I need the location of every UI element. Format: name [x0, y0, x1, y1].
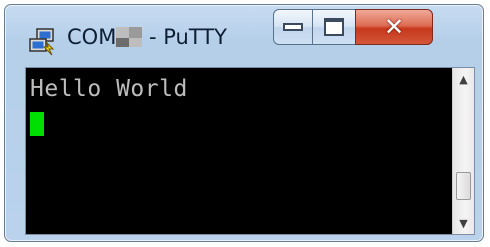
scrollbar-thumb[interactable] [456, 172, 471, 200]
redacted-port-block [116, 27, 143, 47]
maximize-button[interactable] [312, 9, 356, 45]
minimize-icon [283, 23, 303, 31]
title-bar[interactable]: COM - PuTTY ✕ [5, 5, 483, 63]
terminal-line: Hello World [30, 76, 188, 102]
minimize-button[interactable] [273, 9, 313, 45]
vertical-scrollbar[interactable]: ▲ ▼ [452, 68, 474, 234]
maximize-icon [324, 18, 344, 36]
scroll-down-arrow-icon[interactable]: ▼ [453, 212, 474, 234]
putty-window: COM - PuTTY ✕ Hello World ▲ ▼ [4, 4, 484, 242]
putty-computers-icon [29, 28, 55, 56]
scroll-up-arrow-icon[interactable]: ▲ [453, 68, 474, 90]
terminal-screen[interactable]: Hello World [26, 68, 452, 234]
close-icon: ✕ [383, 13, 405, 41]
window-title-suffix: - PuTTY [142, 25, 227, 49]
window-title-text: COM [67, 25, 117, 49]
window-title: COM - PuTTY [67, 25, 227, 49]
terminal-client-area: Hello World ▲ ▼ [25, 67, 475, 235]
terminal-cursor [30, 112, 44, 136]
close-button[interactable]: ✕ [355, 9, 433, 45]
